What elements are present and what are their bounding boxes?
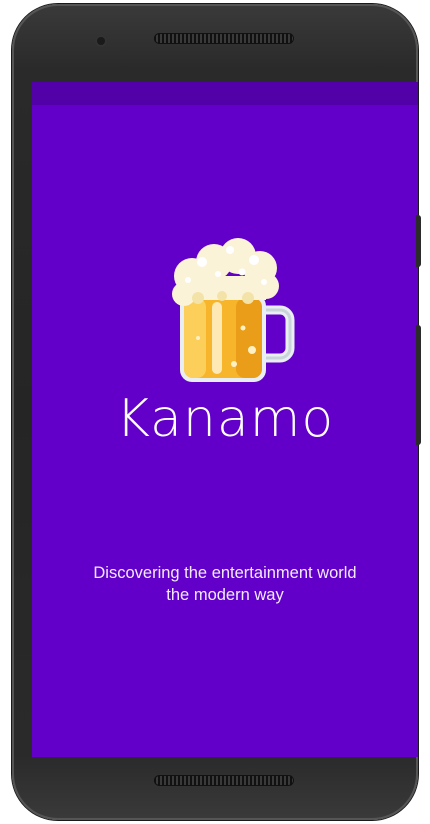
phone-frame: Kanamo Discovering the entertainment wor… — [12, 4, 418, 820]
tagline-line-1: Discovering the entertainment world — [93, 564, 357, 582]
front-camera — [97, 37, 105, 45]
power-button — [416, 215, 421, 267]
beer-mug-icon — [172, 238, 295, 382]
volume-button — [416, 325, 421, 445]
status-bar — [32, 82, 418, 105]
top-speaker — [154, 33, 294, 44]
splash-screen: Kanamo Discovering the entertainment wor… — [32, 82, 418, 757]
bottom-speaker — [154, 775, 294, 786]
tagline: Discovering the entertainment world the … — [32, 562, 418, 606]
tagline-line-2: the modern way — [166, 586, 284, 604]
app-title: Kanamo — [115, 389, 335, 449]
